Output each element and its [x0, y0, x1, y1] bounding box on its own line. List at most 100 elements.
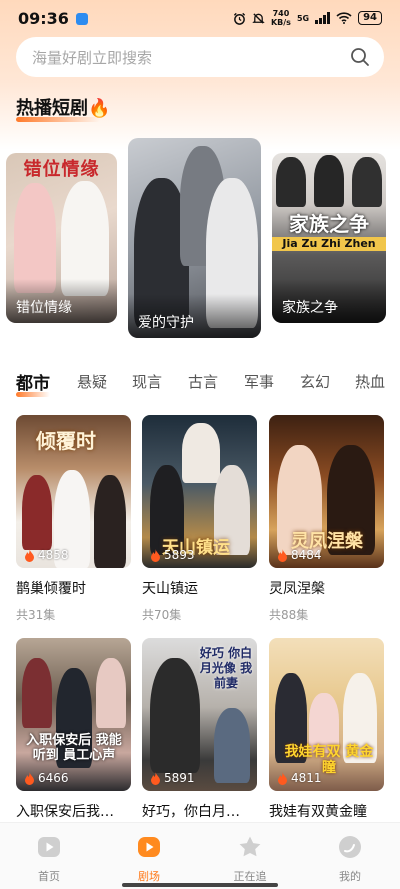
- drama-poster[interactable]: 我娃有双 黄金瞳 4811: [269, 638, 384, 791]
- drama-card[interactable]: 灵凤涅槃 8484 灵凤涅槃 共88集: [269, 415, 384, 623]
- profile-icon: [339, 836, 361, 858]
- tab-junshi[interactable]: 军事: [244, 371, 274, 392]
- battery-level: 94: [363, 12, 377, 23]
- featured-card[interactable]: 爱的守护: [128, 138, 261, 338]
- bottom-navigation: 首页 剧场 正在追 我的: [0, 822, 400, 889]
- poster-figure: [150, 658, 200, 773]
- hot-section-underline: [16, 117, 100, 122]
- network-type-label: 5G: [296, 13, 310, 23]
- tab-xuanhuan[interactable]: 玄幻: [300, 371, 330, 392]
- drama-card[interactable]: 好巧 你白月光像 我前妻 5891 好巧，你白月…: [142, 638, 257, 821]
- mute-bell-icon: [252, 12, 265, 24]
- poster-figure: [214, 708, 250, 783]
- drama-card[interactable]: 天山镇运 5893 天山镇运 共70集: [142, 415, 257, 623]
- view-count-value: 5893: [164, 548, 195, 562]
- view-count-value: 4858: [38, 548, 69, 562]
- flame-icon: [25, 548, 34, 562]
- view-count: 5893: [150, 548, 195, 562]
- view-count: 6466: [24, 771, 69, 785]
- tab-dushi[interactable]: 都市: [16, 369, 50, 394]
- poster-title-art: 家族之争: [289, 212, 369, 236]
- featured-card-title: 错位情缘: [6, 279, 117, 323]
- drama-title: 我娃有双黄金瞳: [269, 804, 367, 820]
- nav-home[interactable]: 首页: [19, 835, 79, 884]
- featured-card[interactable]: 错位情缘 错位情缘: [6, 153, 117, 323]
- nav-profile[interactable]: 我的: [320, 835, 380, 884]
- drama-poster[interactable]: 天山镇运 5893: [142, 415, 257, 568]
- drama-poster[interactable]: 倾覆时 4858: [16, 415, 131, 568]
- notification-app-icon: [75, 12, 88, 25]
- poster-figure: [182, 423, 220, 483]
- poster-figure: [22, 658, 52, 728]
- drama-poster[interactable]: 灵凤涅槃 8484: [269, 415, 384, 568]
- alarm-icon: [233, 12, 246, 25]
- poster-figure: [352, 157, 382, 207]
- poster-title-art: 倾覆时: [36, 429, 96, 453]
- tab-xianyan[interactable]: 现言: [132, 371, 162, 392]
- episode-count: 共31集: [16, 608, 56, 622]
- nav-theater-label: 剧场: [138, 870, 160, 883]
- search-bar[interactable]: 海量好剧立即搜索: [16, 37, 384, 77]
- drama-title: 鹊巢倾覆时: [16, 581, 86, 597]
- poster-figure: [314, 155, 344, 207]
- battery-indicator: 94: [358, 11, 382, 25]
- nav-following[interactable]: 正在追: [220, 835, 280, 884]
- network-speed-unit: KB/s: [270, 18, 291, 27]
- search-input[interactable]: 海量好剧立即搜索: [32, 47, 350, 68]
- view-count-value: 8484: [291, 548, 322, 562]
- network-type: 5G: [297, 14, 309, 23]
- flame-icon: [278, 771, 287, 785]
- theater-icon: [138, 837, 160, 857]
- view-count-value: 5891: [164, 771, 195, 785]
- flame-icon: [151, 771, 160, 785]
- poster-figure: [14, 183, 56, 293]
- home-indicator: [122, 883, 278, 887]
- signal-icon: [315, 12, 331, 24]
- drama-card[interactable]: 入职保安后 我能听到 員工心声 6466 入职保安后我…: [16, 638, 131, 821]
- episode-count: 共88集: [269, 608, 309, 622]
- drama-poster[interactable]: 好巧 你白月光像 我前妻 5891: [142, 638, 257, 791]
- poster-figure: [22, 475, 52, 550]
- drama-title: 好巧，你白月…: [142, 804, 240, 820]
- active-tab-indicator: [16, 392, 50, 397]
- star-icon: [239, 836, 261, 857]
- drama-card[interactable]: 我娃有双 黄金瞳 4811 我娃有双黄金瞳: [269, 638, 384, 821]
- featured-card-title: 家族之争: [272, 279, 386, 323]
- status-time: 09:36: [18, 8, 69, 28]
- poster-figure: [276, 157, 306, 207]
- nav-profile-label: 我的: [339, 870, 361, 883]
- drama-title: 入职保安后我…: [16, 804, 114, 820]
- nav-home-label: 首页: [38, 870, 60, 883]
- poster-title-art: 入职保安后 我能听到 員工心声: [26, 733, 122, 763]
- nav-theater[interactable]: 剧场: [119, 835, 179, 884]
- flame-icon: [278, 548, 287, 562]
- view-count: 5891: [150, 771, 195, 785]
- featured-card-title: 爱的守护: [128, 294, 261, 338]
- flame-icon: [25, 771, 34, 785]
- drama-title: 天山镇运: [142, 581, 198, 597]
- poster-figure: [96, 658, 126, 728]
- drama-card[interactable]: 倾覆时 4858 鹊巢倾覆时 共31集: [16, 415, 131, 623]
- tab-rexue[interactable]: 热血: [355, 371, 385, 392]
- view-count-value: 4811: [291, 771, 322, 785]
- search-icon[interactable]: [350, 47, 370, 67]
- network-speed-value: 740: [272, 9, 290, 18]
- wifi-icon: [336, 12, 352, 24]
- network-speed: 740 KB/s: [271, 9, 291, 27]
- poster-title-art: 错位情缘: [23, 159, 100, 180]
- poster-pinyin: Jia Zu Zhi Zhen: [272, 237, 386, 251]
- play-icon: [38, 837, 60, 857]
- nav-following-label: 正在追: [233, 870, 267, 883]
- view-count: 4858: [24, 548, 69, 562]
- poster-title-art: 好巧 你白月光像 我前妻: [199, 646, 253, 690]
- tab-xuanyi[interactable]: 悬疑: [77, 371, 107, 392]
- status-icons: 740 KB/s 5G 94: [233, 9, 382, 27]
- flame-icon: [151, 548, 160, 562]
- poster-figure: [94, 475, 126, 568]
- drama-poster[interactable]: 入职保安后 我能听到 員工心声 6466: [16, 638, 131, 791]
- episode-count: 共70集: [142, 608, 182, 622]
- view-count: 4811: [277, 771, 322, 785]
- featured-card[interactable]: 家族之争 Jia Zu Zhi Zhen 家族之争: [272, 153, 386, 323]
- view-count: 8484: [277, 548, 322, 562]
- tab-guyan[interactable]: 古言: [188, 371, 218, 392]
